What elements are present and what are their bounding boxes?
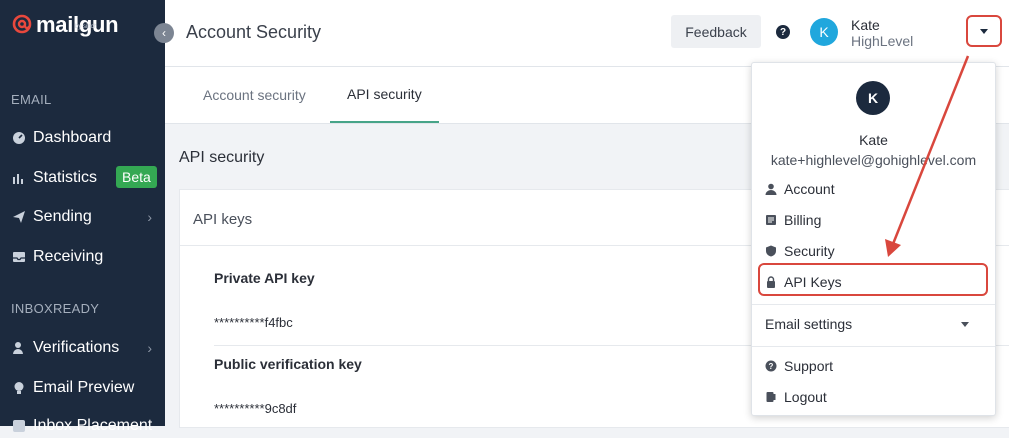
paper-plane-icon <box>12 210 26 224</box>
chevron-right-icon: › <box>147 340 152 356</box>
section-label-inboxready: INBOXREADY <box>11 301 100 316</box>
tab-api-security[interactable]: API security <box>330 67 439 123</box>
menu-item-label: Logout <box>784 389 827 405</box>
menu-item-label: Email settings <box>765 316 853 332</box>
question-icon: ? <box>765 360 777 372</box>
avatar[interactable]: K <box>810 18 838 46</box>
sidebar-item-label: Dashboard <box>33 129 112 146</box>
api-keys-highlight-annotation <box>758 263 988 296</box>
sidebar-item-sending[interactable]: Sending › <box>12 205 162 229</box>
sidebar-item-receiving[interactable]: Receiving <box>12 245 162 269</box>
menu-item-logout[interactable]: Logout <box>765 386 981 408</box>
placement-icon <box>12 419 26 433</box>
user-check-icon <box>12 341 26 355</box>
mailgun-logo[interactable]: mailgun <box>12 14 119 36</box>
divider <box>752 346 995 347</box>
sidebar-item-label: Inbox Placement <box>33 417 153 434</box>
sidebar-item-label: Verifications <box>33 339 120 356</box>
dashboard-icon <box>12 131 26 145</box>
chart-icon <box>12 171 26 185</box>
public-verification-key-label: Public verification key <box>214 356 362 372</box>
shield-icon <box>765 245 777 257</box>
menu-item-security[interactable]: Security <box>765 240 981 262</box>
user-name[interactable]: Kate <box>851 17 880 33</box>
menu-user-email: kate+highlevel@gohighlevel.com <box>770 152 977 168</box>
sidebar: mailgun by sinch EMAIL Dashboard Statist… <box>0 0 165 434</box>
sidebar-item-verifications[interactable]: Verifications › <box>12 336 162 360</box>
menu-avatar: K <box>856 81 890 115</box>
sidebar-collapse-button[interactable]: ‹ <box>154 23 174 43</box>
card-title: API keys <box>193 211 253 228</box>
svg-text:?: ? <box>769 362 774 371</box>
mailgun-logo-icon <box>12 14 32 34</box>
sidebar-item-email-preview[interactable]: Email Preview <box>12 376 162 400</box>
lightbulb-icon <box>12 381 26 395</box>
top-header: Account Security Feedback ? K Kate HighL… <box>165 0 1009 67</box>
public-verification-key-value: **********9c8df <box>214 401 297 416</box>
sidebar-item-dashboard[interactable]: Dashboard <box>12 126 162 150</box>
sidebar-item-label: Sending <box>33 208 92 225</box>
sidebar-item-label: Statistics <box>33 169 98 186</box>
menu-item-label: Billing <box>784 212 822 228</box>
menu-item-label: Support <box>784 358 834 374</box>
chevron-left-icon: ‹ <box>162 26 166 40</box>
section-title: API security <box>179 149 265 166</box>
beta-badge: Beta <box>116 166 157 188</box>
sidebar-item-label: Receiving <box>33 248 104 265</box>
sidebar-item-label: Email Preview <box>33 379 135 396</box>
private-api-key-value: **********f4fbc <box>214 315 293 330</box>
user-organization[interactable]: HighLevel <box>851 33 913 49</box>
caret-down-icon <box>961 322 969 327</box>
page-title: Account Security <box>186 22 322 42</box>
chevron-right-icon: › <box>147 209 152 225</box>
help-icon[interactable]: ? <box>776 25 790 39</box>
sidebar-item-inbox-placement[interactable]: Inbox Placement <box>12 414 162 438</box>
private-api-key-label: Private API key <box>214 270 315 286</box>
menu-user-name: Kate <box>859 132 888 148</box>
sidebar-item-statistics[interactable]: Statistics Beta <box>12 166 162 190</box>
feedback-button[interactable]: Feedback <box>671 15 761 48</box>
menu-item-label: Account <box>784 181 835 197</box>
user-icon <box>765 183 777 195</box>
user-menu-toggle[interactable] <box>966 15 1002 47</box>
user-dropdown-menu: K Kate kate+highlevel@gohighlevel.com Ac… <box>751 62 996 416</box>
menu-item-label: Security <box>784 243 835 259</box>
inbox-icon <box>12 250 26 264</box>
logout-icon <box>765 391 777 403</box>
receipt-icon <box>765 214 777 226</box>
tab-account-security[interactable]: Account security <box>203 67 306 123</box>
menu-item-support[interactable]: ? Support <box>765 355 981 377</box>
menu-item-account[interactable]: Account <box>765 178 981 200</box>
menu-item-billing[interactable]: Billing <box>765 209 981 231</box>
section-label-email: EMAIL <box>11 92 52 107</box>
email-settings-toggle[interactable]: Email settings <box>765 313 981 335</box>
divider <box>752 304 995 305</box>
caret-down-icon <box>980 28 988 34</box>
brand-subtitle: by sinch <box>75 24 98 30</box>
